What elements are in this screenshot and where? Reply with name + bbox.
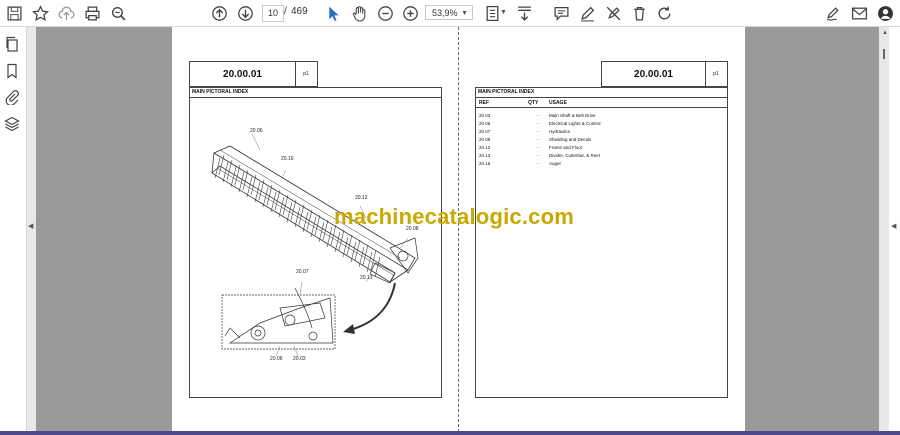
cell-usage: Shielding and Decals [549, 137, 592, 142]
cell-qty: - [537, 153, 539, 158]
table-row: 20.06 - Electrical Lights & Control [476, 120, 727, 128]
fit-menu-chevron-icon[interactable]: ▼ [500, 9, 507, 16]
erase-icon[interactable] [603, 3, 623, 23]
zoom-select[interactable]: 53,9% ▼ [425, 5, 473, 20]
callout-label: 20.06 [270, 356, 283, 362]
right-page-header: 20.00.01 p1 [601, 61, 728, 87]
callout-label: 20.12 [355, 195, 368, 201]
cell-usage: Auger [549, 161, 562, 166]
collapse-left-icon[interactable]: ◀ [28, 222, 33, 230]
left-section-number: 20.00.01 [190, 62, 296, 86]
table-row: 20.03 - Main Shaft & Belt Drive [476, 112, 727, 120]
left-page-label: p1 [303, 71, 309, 77]
comment-icon[interactable] [551, 3, 571, 23]
save-icon[interactable] [4, 3, 24, 23]
page-up-icon[interactable] [209, 3, 229, 23]
bottom-bar [0, 431, 900, 435]
cell-qty: - [537, 121, 539, 126]
callout-label: 20.16 [281, 156, 294, 162]
cell-usage: Hydraulics [549, 129, 571, 134]
left-collapse-gutter[interactable]: ◀ [27, 27, 36, 435]
callout-label: 20.13 [360, 275, 373, 281]
attachment-icon[interactable] [4, 89, 22, 107]
cell-ref: 20.03 [479, 113, 491, 118]
table-row: 20.08 - Shielding and Decals [476, 136, 727, 144]
column-ref: REF [479, 100, 489, 106]
cell-ref: 20.07 [479, 129, 491, 134]
cell-qty: - [537, 145, 539, 150]
cell-qty: - [537, 113, 539, 118]
scroll-up-icon[interactable]: ▲ [882, 30, 888, 36]
cell-usage: Electrical Lights & Control [549, 121, 601, 126]
page-down-icon[interactable] [235, 3, 255, 23]
callout-label: 20.07 [296, 269, 309, 275]
page-total: 469 [291, 6, 308, 17]
callout-label: 20.03 [293, 356, 306, 362]
mail-icon[interactable] [849, 3, 869, 23]
cell-usage: Main Shaft & Belt Drive [549, 113, 596, 118]
chevron-down-icon: ▼ [461, 10, 468, 17]
bookmark-icon[interactable] [4, 63, 22, 81]
cell-usage: Divider, Cutterbar, & Reel [549, 153, 600, 158]
cell-ref: 20.16 [479, 161, 491, 166]
rotate-icon[interactable] [654, 3, 674, 23]
zoom-icon[interactable] [108, 3, 128, 23]
right-section-number: 20.00.01 [602, 62, 706, 86]
scrollbar-thumb[interactable] [883, 49, 885, 59]
hand-icon[interactable] [349, 3, 369, 23]
layers-icon[interactable] [4, 116, 22, 134]
column-usage: USAGE [549, 100, 567, 106]
left-pictorial-frame: MAIN PICTORAL INDEX 20.06 20.16 20.12 20… [189, 87, 442, 398]
header-illustration [211, 133, 419, 357]
table-row: 20.16 - Auger [476, 160, 727, 168]
right-index-frame: MAIN PICTORAL INDEX REF QTY USAGE 20.03 … [475, 87, 728, 398]
left-navigation-panel [0, 27, 27, 435]
column-qty: QTY [528, 100, 539, 106]
zoom-out-icon[interactable] [375, 3, 395, 23]
zoom-in-icon[interactable] [400, 3, 420, 23]
right-page-label: p1 [713, 71, 719, 77]
page-number-input[interactable]: 10 [262, 5, 284, 22]
left-frame-title: MAIN PICTORAL INDEX [190, 88, 441, 98]
cursor-icon[interactable] [323, 3, 343, 23]
right-frame-title: MAIN PICTORAL INDEX [476, 88, 727, 98]
pen-icon[interactable] [577, 3, 597, 23]
fit-page-icon[interactable] [482, 3, 502, 23]
cell-qty: - [537, 161, 539, 166]
account-icon[interactable] [875, 3, 895, 23]
print-icon[interactable] [82, 3, 102, 23]
left-page-header: 20.00.01 p1 [189, 61, 318, 87]
table-row: 20.13 - Divider, Cutterbar, & Reel [476, 152, 727, 160]
collapse-right-icon[interactable]: ◀ [891, 222, 896, 230]
cell-qty: - [537, 137, 539, 142]
cell-ref: 20.13 [479, 153, 491, 158]
copy-icon[interactable] [4, 36, 22, 54]
delete-icon[interactable] [629, 3, 649, 23]
cell-ref: 20.12 [479, 145, 491, 150]
table-row: 20.12 - Frame and Floor [476, 144, 727, 152]
zoom-value: 53,9% [432, 8, 458, 18]
upload-icon[interactable] [56, 3, 76, 23]
vertical-scrollbar[interactable]: ▲ [879, 27, 889, 435]
page-separator: / [284, 6, 287, 17]
table-header: REF QTY USAGE [476, 98, 727, 108]
cell-qty: - [537, 129, 539, 134]
watermark-text: machinecatalogic.com [334, 204, 574, 229]
sign-icon[interactable] [823, 3, 843, 23]
right-panel: ◀ [889, 27, 900, 435]
cell-ref: 20.06 [479, 121, 491, 126]
cell-usage: Frame and Floor [549, 145, 583, 150]
toolbar: 10 / 469 53,9% ▼ ▼ [0, 0, 900, 27]
table-row: 20.07 - Hydraulics [476, 128, 727, 136]
scroll-icon[interactable] [514, 3, 534, 23]
callout-label: 20.06 [250, 128, 263, 134]
cell-ref: 20.08 [479, 137, 491, 142]
star-icon[interactable] [30, 3, 50, 23]
